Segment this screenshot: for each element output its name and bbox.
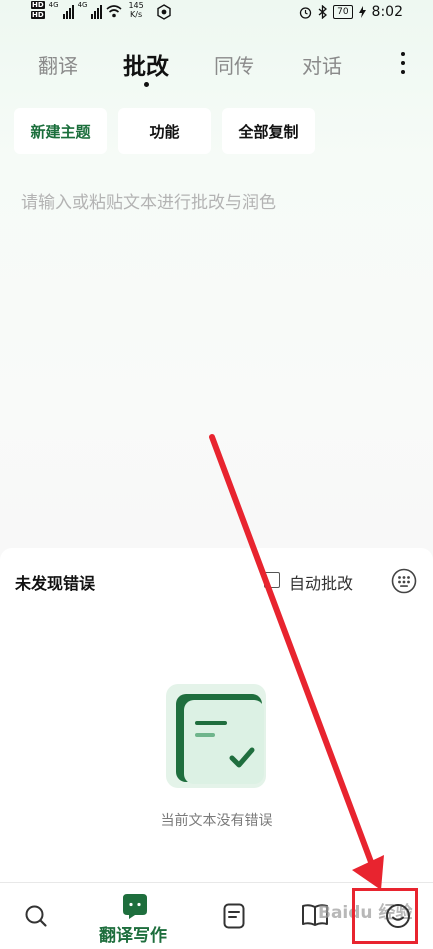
annotation-arrow xyxy=(209,434,384,890)
annotation-highlight-box xyxy=(352,888,418,944)
